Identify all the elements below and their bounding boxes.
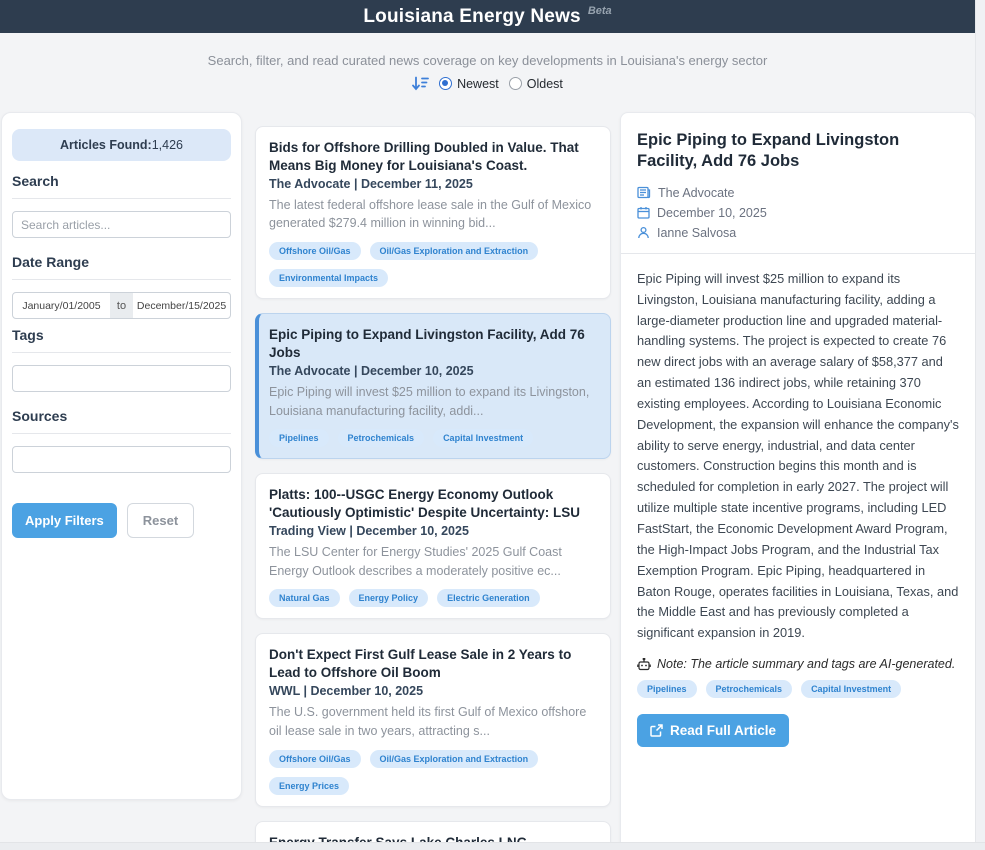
divider bbox=[12, 352, 231, 353]
app-title: Louisiana Energy News bbox=[363, 6, 581, 28]
article-tags: Pipelines Petrochemicals Capital Investmen… bbox=[269, 429, 597, 447]
ai-note-row: Note: The article summary and tags are A… bbox=[637, 657, 959, 671]
article-tags: Offshore Oil/Gas Oil/Gas Exploration and … bbox=[269, 242, 597, 287]
sort-option-oldest[interactable]: Oldest bbox=[509, 77, 563, 91]
detail-summary: Epic Piping will invest $25 million to e… bbox=[637, 269, 959, 644]
article-title: Epic Piping to Expand Livingston Facilit… bbox=[269, 326, 597, 362]
detail-author-row: Ianne Salvosa bbox=[637, 226, 959, 240]
article-card[interactable]: Don't Expect First Gulf Lease Sale in 2 … bbox=[255, 633, 611, 806]
sort-controls: Newest Oldest bbox=[0, 76, 975, 91]
apply-filters-button[interactable]: Apply Filters bbox=[12, 503, 117, 538]
newspaper-icon bbox=[637, 186, 651, 199]
tag-pill: Natural Gas bbox=[269, 589, 340, 607]
article-excerpt: The latest federal offshore lease sale i… bbox=[269, 196, 597, 234]
tag-pill: Petrochemicals bbox=[338, 429, 425, 447]
tag-pill: Offshore Oil/Gas bbox=[269, 750, 361, 768]
sources-input[interactable] bbox=[12, 446, 231, 473]
article-tags: Natural Gas Energy Policy Electric Generat… bbox=[269, 589, 597, 607]
article-excerpt: The LSU Center for Energy Studies' 2025 … bbox=[269, 543, 597, 581]
radio-oldest[interactable] bbox=[509, 77, 522, 90]
tag-pill: Oil/Gas Exploration and Extraction bbox=[370, 242, 539, 260]
article-source-date: The Advocate | December 10, 2025 bbox=[269, 364, 597, 378]
article-excerpt: Epic Piping will invest $25 million to e… bbox=[269, 383, 597, 421]
sources-heading: Sources bbox=[12, 408, 231, 424]
search-heading: Search bbox=[12, 173, 231, 189]
article-detail-panel: Epic Piping to Expand Livingston Facilit… bbox=[620, 112, 976, 850]
reset-button[interactable]: Reset bbox=[127, 503, 194, 538]
external-link-icon bbox=[650, 724, 663, 737]
detail-source-row: The Advocate bbox=[637, 186, 959, 200]
article-source-date: The Advocate | December 11, 2025 bbox=[269, 177, 597, 191]
beta-badge: Beta bbox=[588, 5, 612, 17]
date-to-separator: to bbox=[110, 292, 133, 319]
tag-pill: Capital Investment bbox=[433, 429, 533, 447]
tags-input[interactable] bbox=[12, 365, 231, 392]
app-header: Louisiana Energy News Beta bbox=[0, 0, 975, 33]
detail-source: The Advocate bbox=[658, 186, 734, 200]
article-source-date: Trading View | December 10, 2025 bbox=[269, 524, 597, 538]
detail-date-row: December 10, 2025 bbox=[637, 206, 959, 220]
read-full-article-label: Read Full Article bbox=[670, 723, 776, 738]
calendar-icon bbox=[637, 206, 650, 219]
article-excerpt: The U.S. government held its first Gulf … bbox=[269, 703, 597, 741]
filter-sidebar: Articles Found:1,426 Search Date Range t… bbox=[1, 112, 242, 800]
articles-found-value: 1,426 bbox=[152, 138, 183, 152]
article-card[interactable]: Platts: 100--USGC Energy Economy Outlook… bbox=[255, 473, 611, 619]
tags-heading: Tags bbox=[12, 327, 231, 343]
horizontal-scrollbar[interactable] bbox=[0, 842, 985, 850]
search-input[interactable] bbox=[12, 211, 231, 238]
ai-note-text: Note: The article summary and tags are A… bbox=[657, 657, 955, 671]
divider bbox=[12, 198, 231, 199]
date-range-heading: Date Range bbox=[12, 254, 231, 270]
detail-date: December 10, 2025 bbox=[657, 206, 767, 220]
date-to-input[interactable] bbox=[132, 292, 231, 319]
article-list: Bids for Offshore Drilling Doubled in Va… bbox=[255, 126, 611, 850]
divider bbox=[12, 279, 231, 280]
article-card[interactable]: Bids for Offshore Drilling Doubled in Va… bbox=[255, 126, 611, 299]
article-title: Bids for Offshore Drilling Doubled in Va… bbox=[269, 139, 597, 175]
detail-tags: Pipelines Petrochemicals Capital Investmen… bbox=[637, 680, 959, 698]
divider bbox=[621, 253, 975, 254]
vertical-scrollbar[interactable] bbox=[975, 0, 985, 850]
detail-author: Ianne Salvosa bbox=[657, 226, 736, 240]
app-subtitle: Search, filter, and read curated news co… bbox=[0, 53, 975, 68]
tag-pill: Oil/Gas Exploration and Extraction bbox=[370, 750, 539, 768]
radio-newest[interactable] bbox=[439, 77, 452, 90]
article-tags: Offshore Oil/Gas Oil/Gas Exploration and … bbox=[269, 750, 597, 795]
tag-pill: Pipelines bbox=[637, 680, 697, 698]
read-full-article-button[interactable]: Read Full Article bbox=[637, 714, 789, 747]
tag-pill: Environmental Impacts bbox=[269, 269, 388, 287]
person-icon bbox=[637, 226, 650, 239]
tag-pill: Electric Generation bbox=[437, 589, 540, 607]
tag-pill: Energy Policy bbox=[349, 589, 429, 607]
article-source-date: WWL | December 10, 2025 bbox=[269, 684, 597, 698]
tag-pill: Petrochemicals bbox=[706, 680, 793, 698]
articles-found-badge: Articles Found:1,426 bbox=[12, 129, 231, 161]
tag-pill: Offshore Oil/Gas bbox=[269, 242, 361, 260]
sort-oldest-label: Oldest bbox=[527, 77, 563, 91]
article-card[interactable]: Epic Piping to Expand Livingston Facilit… bbox=[255, 313, 611, 459]
articles-found-label: Articles Found: bbox=[60, 138, 152, 152]
tag-pill: Energy Prices bbox=[269, 777, 349, 795]
divider bbox=[12, 433, 231, 434]
sort-option-newest[interactable]: Newest bbox=[439, 77, 499, 91]
sort-newest-label: Newest bbox=[457, 77, 499, 91]
detail-title: Epic Piping to Expand Livingston Facilit… bbox=[637, 130, 959, 173]
article-title: Don't Expect First Gulf Lease Sale in 2 … bbox=[269, 646, 597, 682]
sort-descending-icon bbox=[412, 76, 429, 91]
tag-pill: Capital Investment bbox=[801, 680, 901, 698]
robot-icon bbox=[637, 658, 651, 671]
article-title: Platts: 100--USGC Energy Economy Outlook… bbox=[269, 486, 597, 522]
tag-pill: Pipelines bbox=[269, 429, 329, 447]
date-range-group: to bbox=[12, 292, 231, 319]
date-from-input[interactable] bbox=[12, 292, 111, 319]
